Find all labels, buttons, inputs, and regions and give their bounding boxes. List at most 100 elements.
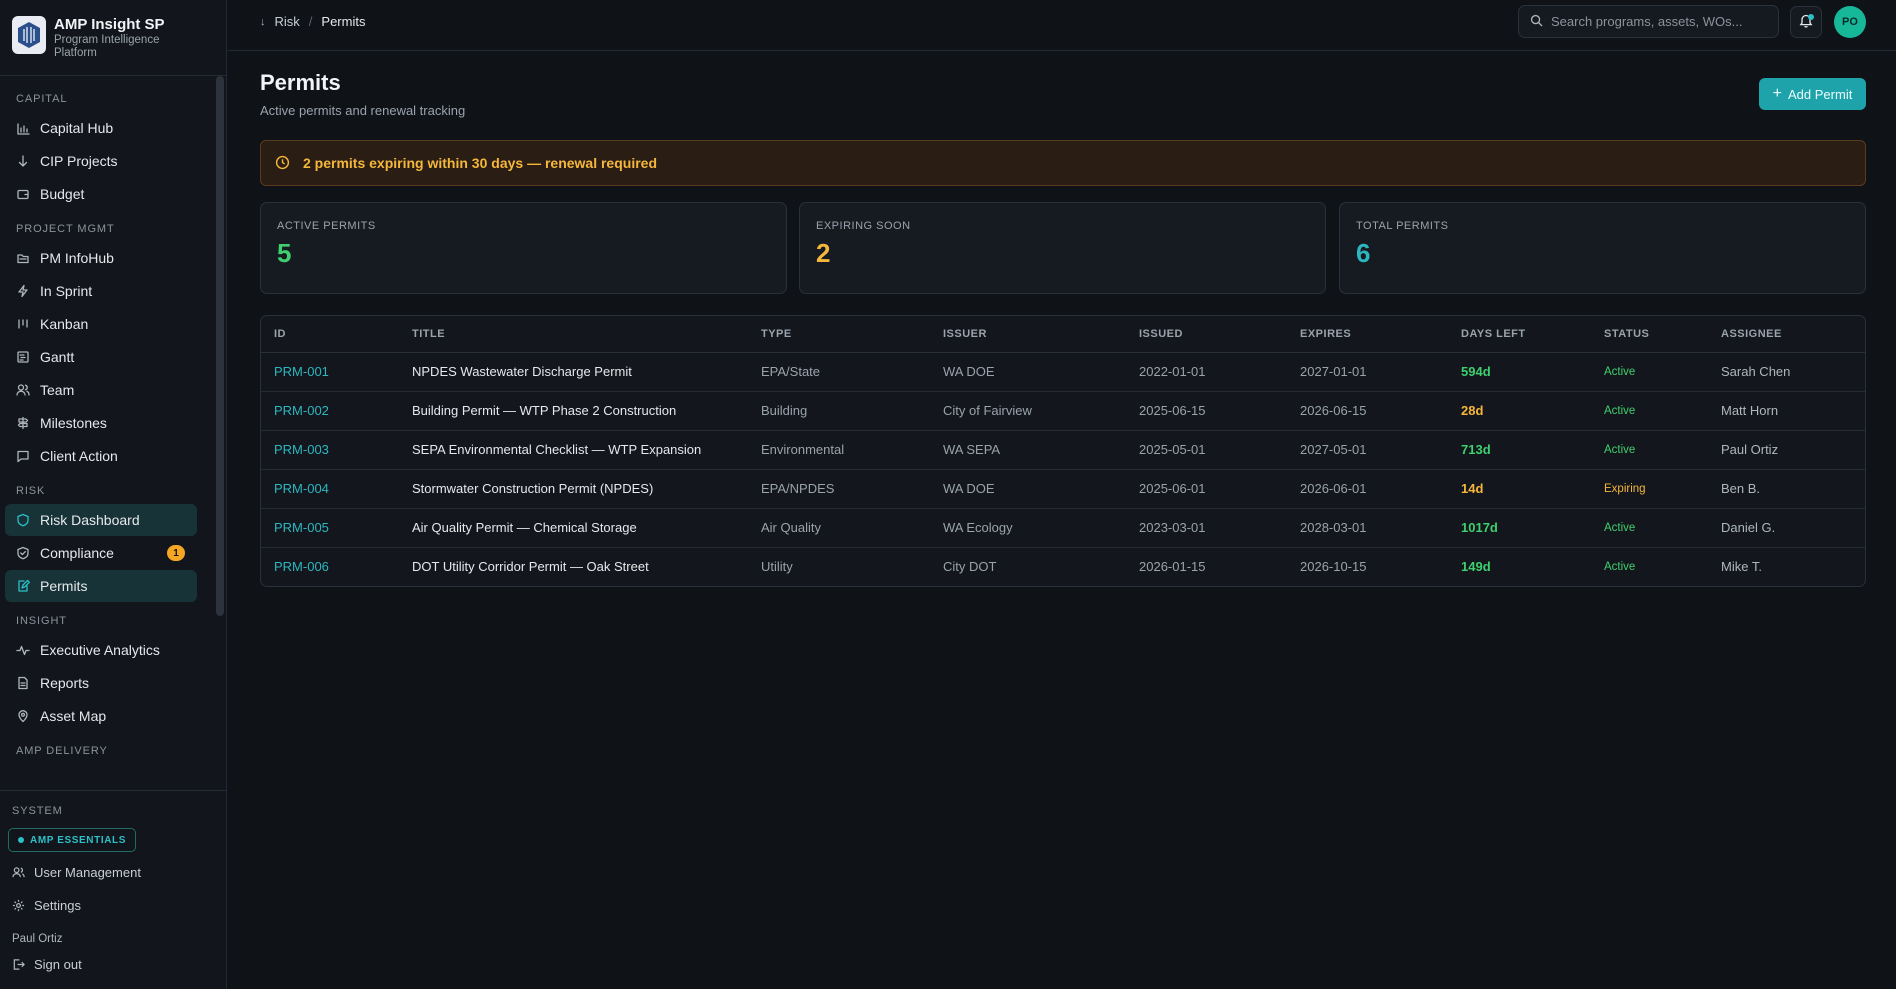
app-logo-icon[interactable] [12, 16, 46, 54]
column-header[interactable]: DAYS LEFT [1448, 316, 1591, 353]
sidebar-item-cip-projects[interactable]: CIP Projects [5, 145, 197, 177]
permit-id-link[interactable]: PRM-004 [274, 481, 329, 496]
plan-badge-label: AMP ESSENTIALS [30, 834, 127, 846]
table-row[interactable]: PRM-005 Air Quality Permit — Chemical St… [261, 508, 1865, 548]
permit-issued-cell: 2025-06-01 [1126, 469, 1287, 509]
column-header[interactable]: TYPE [748, 316, 930, 353]
sidebar-item-kanban[interactable]: Kanban [5, 308, 197, 340]
table-row[interactable]: PRM-004 Stormwater Construction Permit (… [261, 469, 1865, 509]
table-row[interactable]: PRM-003 SEPA Environmental Checklist — W… [261, 430, 1865, 470]
stat-label: EXPIRING SOON [816, 220, 911, 232]
permit-id-cell: PRM-001 [261, 352, 399, 392]
alert-text: 2 permits expiring within 30 days — rene… [303, 155, 657, 171]
permit-days-left-cell: 594d [1448, 352, 1591, 392]
scrollbar-thumb[interactable] [216, 76, 224, 616]
sidebar-item-label: Reports [40, 675, 90, 691]
notifications-button[interactable] [1790, 6, 1822, 38]
sidebar-item-team[interactable]: Team [5, 374, 197, 406]
add-permit-label: Add Permit [1788, 86, 1853, 102]
sidebar-item-label: Milestones [40, 415, 107, 431]
table-row[interactable]: PRM-001 NPDES Wastewater Discharge Permi… [261, 352, 1865, 392]
column-header[interactable]: ISSUED [1126, 316, 1287, 353]
breadcrumb-risk[interactable]: Risk [275, 14, 300, 29]
permit-id-cell: PRM-006 [261, 547, 399, 586]
sidebar-item-risk-dashboard[interactable]: Risk Dashboard [5, 504, 197, 536]
add-permit-button[interactable]: + Add Permit [1759, 78, 1866, 110]
permit-id-link[interactable]: PRM-003 [274, 442, 329, 457]
permit-assignee-cell: Mike T. [1721, 559, 1762, 575]
settings-link[interactable]: Settings [12, 898, 81, 913]
sidebar-item-pm-infohub[interactable]: PM InfoHub [5, 242, 197, 274]
sidebar: AMP Insight SP Program Intelligence Plat… [0, 0, 227, 989]
sidebar-item-capital-hub[interactable]: Capital Hub [5, 112, 197, 144]
permit-issuer-cell: WA SEPA [930, 430, 1126, 470]
sidebar-item-milestones[interactable]: Milestones [5, 407, 197, 439]
sign-out-icon [12, 958, 25, 971]
search-input[interactable] [1551, 14, 1771, 29]
sidebar-item-asset-map[interactable]: Asset Map [5, 700, 197, 732]
activity-icon [16, 643, 30, 657]
permit-issued-cell: 2025-05-01 [1126, 430, 1287, 470]
message-icon [16, 449, 30, 463]
sidebar-item-executive-analytics[interactable]: Executive Analytics [5, 634, 197, 666]
sidebar-item-gantt[interactable]: Gantt [5, 341, 197, 373]
sidebar-item-label: Compliance [40, 545, 114, 561]
arrow-down-icon [16, 154, 30, 168]
avatar[interactable]: PO [1834, 6, 1866, 38]
table-row[interactable]: PRM-002 Building Permit — WTP Phase 2 Co… [261, 391, 1865, 431]
section-label-amp-delivery: AMP DELIVERY [16, 745, 108, 757]
breadcrumb-separator: / [308, 14, 313, 29]
permit-type-cell: Utility [761, 559, 793, 575]
permits-table: ID TITLE TYPE ISSUER ISSUED EXPIRES DAYS LEFT S… [260, 315, 1866, 587]
permit-expires-cell: 2027-01-01 [1287, 352, 1448, 392]
brand-subtitle: Program Intelligence Platform [54, 34, 160, 59]
brand: AMP Insight SP Program Intelligence Plat… [0, 0, 226, 76]
status-badge: Active [1591, 508, 1708, 548]
sign-out-link[interactable]: Sign out [12, 957, 82, 972]
column-header[interactable]: STATUS [1591, 316, 1708, 353]
user-management-link[interactable]: User Management [12, 865, 141, 880]
column-header[interactable]: ISSUER [930, 316, 1126, 353]
sidebar-item-reports[interactable]: Reports [5, 667, 197, 699]
sidebar-item-in-sprint[interactable]: In Sprint [5, 275, 197, 307]
shield-check-icon [16, 546, 30, 560]
column-header[interactable]: ID [261, 316, 399, 353]
sidebar-item-compliance[interactable]: Compliance 1 [5, 537, 197, 569]
sidebar-item-budget[interactable]: Budget [5, 178, 197, 210]
map-pin-icon [16, 709, 30, 723]
column-header[interactable]: EXPIRES [1287, 316, 1448, 353]
permit-title-cell: SEPA Environmental Checklist — WTP Expan… [399, 430, 748, 470]
permit-id-cell: PRM-004 [261, 469, 399, 509]
sidebar-item-permits[interactable]: Permits [5, 570, 197, 602]
sidebar-item-client-action[interactable]: Client Action [5, 440, 197, 472]
permit-title-cell: Stormwater Construction Permit (NPDES) [399, 469, 748, 509]
section-label-project-mgmt: PROJECT MGMT [16, 223, 115, 235]
permit-id-link[interactable]: PRM-005 [274, 520, 329, 535]
permit-assignee-cell: Paul Ortiz [1708, 430, 1865, 470]
permit-issuer-cell: WA DOE [930, 469, 1126, 509]
permit-issued-cell: 2025-06-15 [1126, 391, 1287, 431]
permit-id-link[interactable]: PRM-001 [274, 364, 329, 379]
column-header[interactable]: ASSIGNEE [1708, 316, 1865, 353]
column-header[interactable]: TITLE [399, 316, 748, 353]
sidebar-item-label: Executive Analytics [40, 642, 160, 658]
global-search[interactable] [1518, 5, 1779, 38]
permit-issued-cell: 2022-01-01 [1126, 352, 1287, 392]
stat-card-expiring: EXPIRING SOON 2 [799, 202, 1326, 294]
arrow-down-icon: ↓ [260, 15, 266, 28]
permit-issuer-cell: WA DOE [930, 352, 1126, 392]
shield-icon [16, 513, 30, 527]
sidebar-item-label: Gantt [40, 349, 75, 365]
sidebar-item-label: Permits [40, 578, 88, 594]
permit-title-cell: Air Quality Permit — Chemical Storage [399, 508, 748, 548]
permit-id-link[interactable]: PRM-006 [274, 559, 329, 574]
folder-icon [16, 251, 30, 265]
permit-type-cell: Building [748, 391, 930, 431]
permit-id-link[interactable]: PRM-002 [274, 403, 329, 418]
permit-days-left-cell: 14d [1448, 469, 1591, 509]
users-icon [16, 383, 30, 397]
sidebar-scrollbar[interactable] [215, 76, 225, 790]
stat-label: TOTAL PERMITS [1356, 220, 1449, 232]
table-row[interactable]: PRM-006 DOT Utility Corridor Permit — Oa… [261, 547, 1865, 586]
status-badge: Active [1604, 560, 1636, 573]
